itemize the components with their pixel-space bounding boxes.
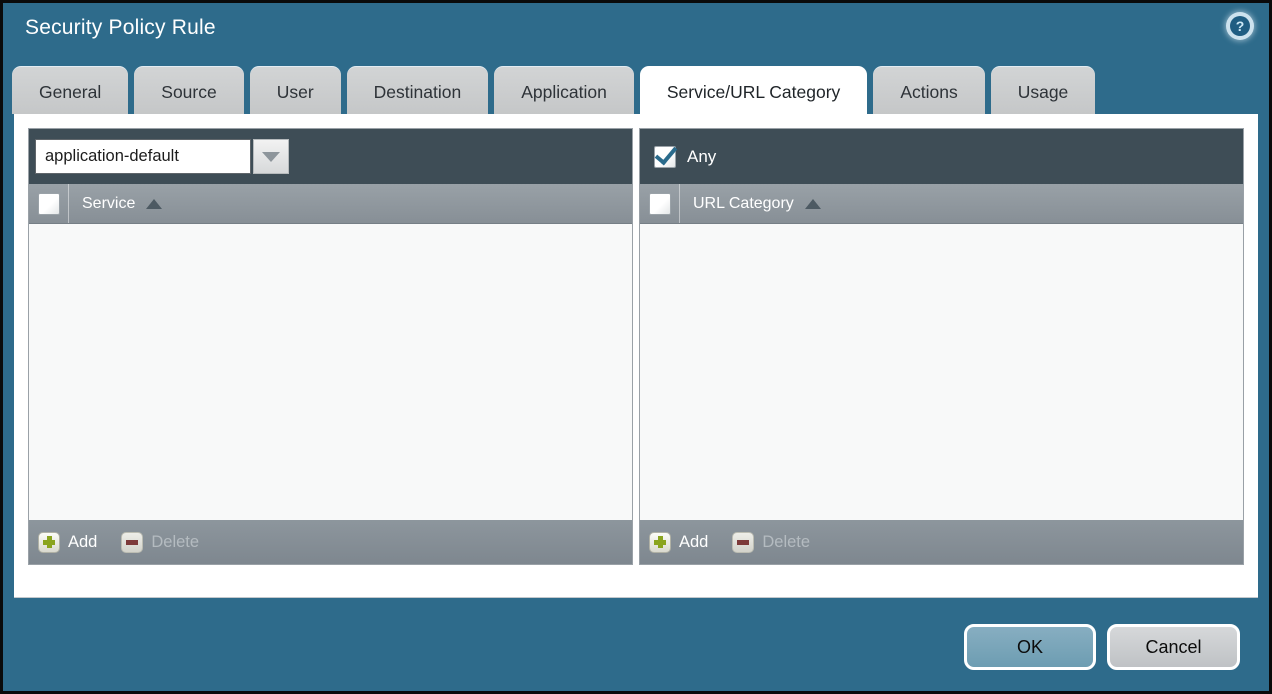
tab-source[interactable]: Source <box>134 66 243 114</box>
url-category-select-all-cell <box>640 184 680 223</box>
minus-icon <box>732 532 754 553</box>
ok-button[interactable]: OK <box>964 624 1096 670</box>
tab-general[interactable]: General <box>12 66 128 114</box>
service-column-header[interactable]: Service <box>82 195 162 213</box>
service-toolbar <box>29 129 632 184</box>
chevron-down-icon <box>262 152 280 162</box>
tab-destination[interactable]: Destination <box>347 66 489 114</box>
help-icon[interactable]: ? <box>1226 12 1254 40</box>
security-policy-rule-dialog: Security Policy Rule ? General Source Us… <box>0 0 1272 694</box>
question-mark-glyph: ? <box>1230 16 1250 36</box>
plus-icon <box>649 532 671 553</box>
plus-icon <box>38 532 60 553</box>
url-category-column-header[interactable]: URL Category <box>693 195 821 213</box>
any-row: Any <box>646 146 716 168</box>
tab-service-url-category[interactable]: Service/URL Category <box>640 66 867 114</box>
service-column-label: Service <box>82 195 135 213</box>
sort-ascending-icon <box>146 199 162 209</box>
any-label: Any <box>687 147 716 167</box>
tab-user[interactable]: User <box>250 66 341 114</box>
url-category-column-header-row: URL Category <box>640 184 1243 224</box>
url-category-delete-button[interactable]: Delete <box>732 532 810 553</box>
service-add-label: Add <box>68 533 97 552</box>
service-column-header-row: Service <box>29 184 632 224</box>
url-category-add-button[interactable]: Add <box>649 532 708 553</box>
cancel-button[interactable]: Cancel <box>1107 624 1240 670</box>
service-type-input[interactable] <box>35 139 251 174</box>
service-delete-button[interactable]: Delete <box>121 532 199 553</box>
url-category-add-label: Add <box>679 533 708 552</box>
minus-icon <box>121 532 143 553</box>
service-list[interactable] <box>29 224 632 520</box>
url-category-toolbar: Any <box>640 129 1243 184</box>
tab-usage[interactable]: Usage <box>991 66 1096 114</box>
url-category-column-label: URL Category <box>693 195 794 213</box>
dialog-title: Security Policy Rule <box>25 16 216 40</box>
sort-ascending-icon <box>805 199 821 209</box>
url-category-footer: Add Delete <box>640 520 1243 564</box>
service-type-dropdown-button[interactable] <box>253 139 289 174</box>
tab-actions[interactable]: Actions <box>873 66 984 114</box>
service-select-all-checkbox[interactable] <box>38 193 60 215</box>
url-category-select-all-checkbox[interactable] <box>649 193 671 215</box>
service-delete-label: Delete <box>151 533 199 552</box>
url-category-delete-label: Delete <box>762 533 810 552</box>
service-add-button[interactable]: Add <box>38 532 97 553</box>
service-select-all-cell <box>29 184 69 223</box>
tab-bar: General Source User Destination Applicat… <box>12 66 1095 114</box>
tab-content-area: Service Add Delete An <box>14 114 1258 598</box>
url-category-list[interactable] <box>640 224 1243 520</box>
service-panel: Service Add Delete <box>28 128 633 565</box>
any-checkbox[interactable] <box>654 146 676 168</box>
tab-application[interactable]: Application <box>494 66 634 114</box>
service-footer: Add Delete <box>29 520 632 564</box>
url-category-panel: Any URL Category Add <box>639 128 1244 565</box>
